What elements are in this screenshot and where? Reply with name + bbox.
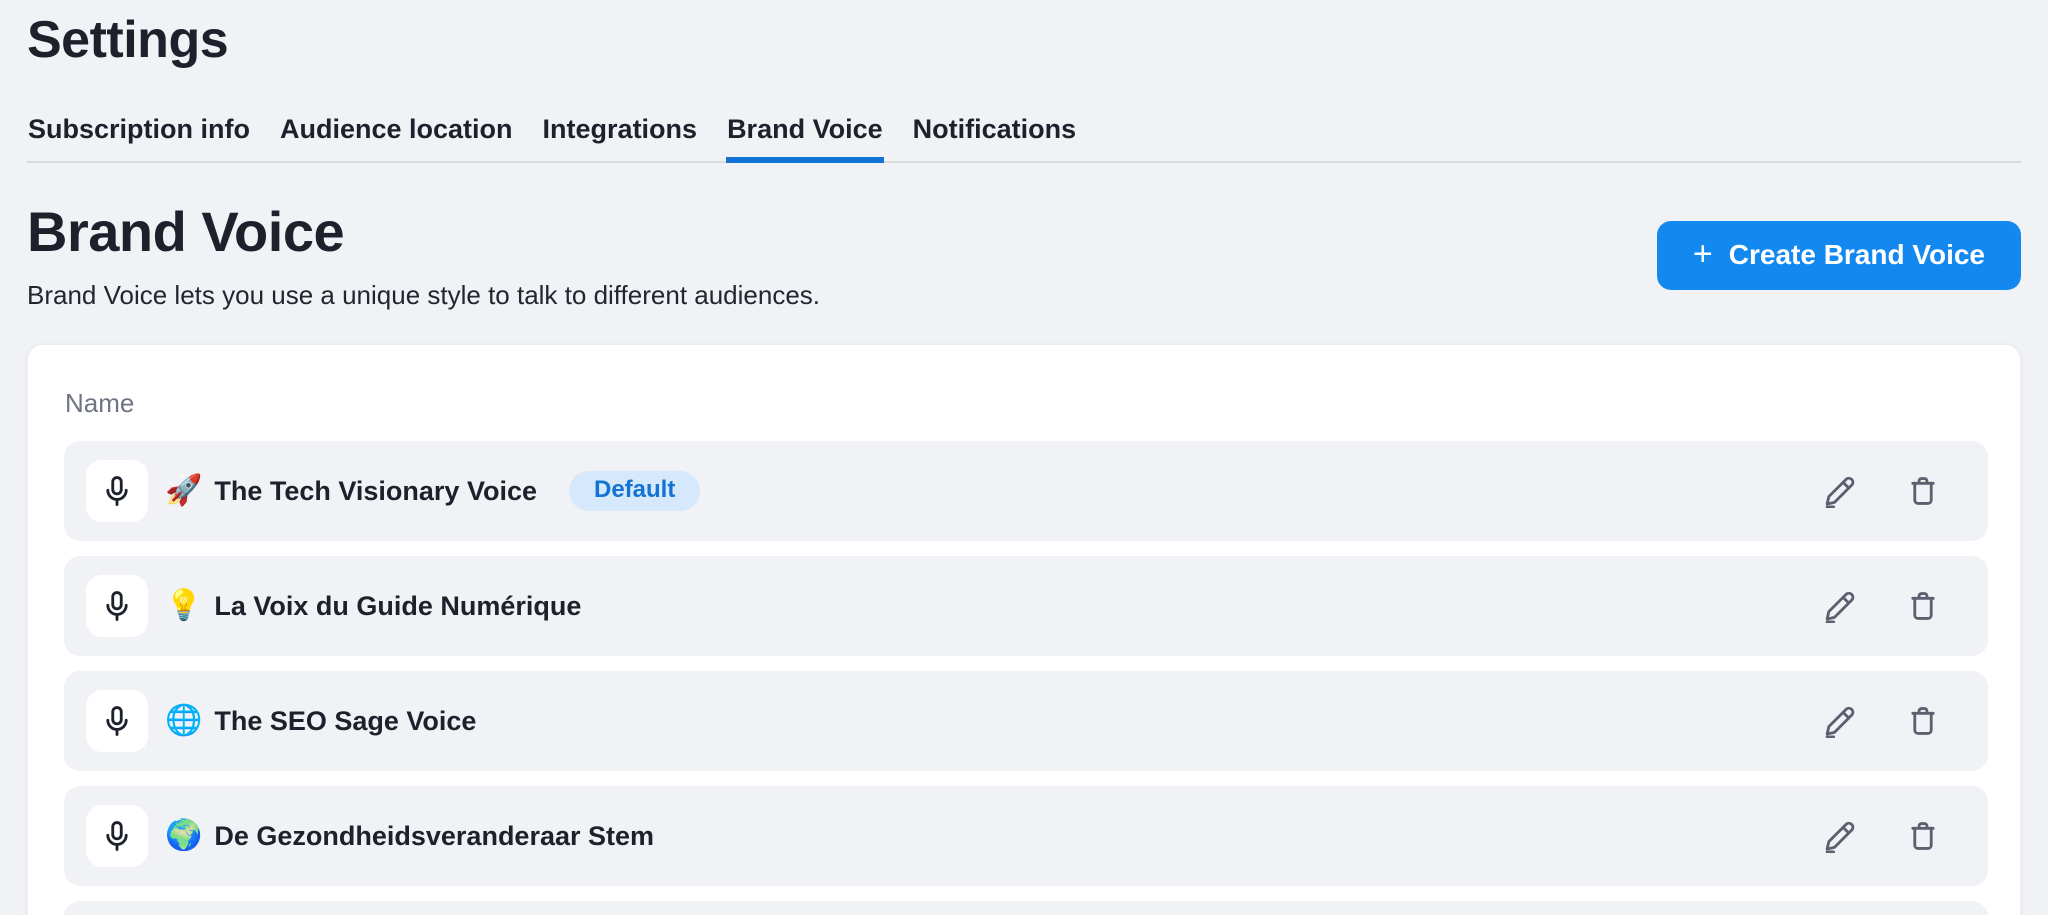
trash-icon[interactable] bbox=[1906, 474, 1940, 508]
trash-icon[interactable] bbox=[1906, 819, 1940, 853]
voice-emoji: 🌐 bbox=[165, 706, 202, 736]
edit-icon[interactable] bbox=[1822, 704, 1856, 738]
microphone-icon bbox=[86, 575, 148, 637]
table-row[interactable]: 🌍 De Gezondheidsveranderaar Stem bbox=[64, 786, 1988, 886]
row-main: 🌍 De Gezondheidsveranderaar Stem bbox=[165, 821, 1822, 852]
brand-voice-rows: 🚀 The Tech Visionary Voice Default bbox=[64, 441, 1988, 915]
microphone-icon bbox=[86, 805, 148, 867]
table-row[interactable]: 🌐 The SEO Sage Voice bbox=[64, 671, 1988, 771]
voice-emoji: 🌍 bbox=[165, 821, 202, 851]
voice-name: The SEO Sage Voice bbox=[214, 706, 476, 737]
section-description: Brand Voice lets you use a unique style … bbox=[27, 280, 820, 311]
table-row-partial[interactable] bbox=[64, 901, 1988, 915]
section-header-text: Brand Voice Brand Voice lets you use a u… bbox=[27, 199, 820, 311]
microphone-icon bbox=[86, 690, 148, 752]
section-title: Brand Voice bbox=[27, 199, 820, 264]
tab-notifications[interactable]: Notifications bbox=[912, 114, 1078, 161]
edit-icon[interactable] bbox=[1822, 819, 1856, 853]
trash-icon[interactable] bbox=[1906, 704, 1940, 738]
row-main: 🚀 The Tech Visionary Voice Default bbox=[165, 471, 1822, 511]
table-row[interactable]: 💡 La Voix du Guide Numérique bbox=[64, 556, 1988, 656]
create-brand-voice-label: Create Brand Voice bbox=[1729, 239, 1985, 271]
edit-icon[interactable] bbox=[1822, 474, 1856, 508]
voice-emoji: 🚀 bbox=[165, 476, 202, 506]
page-title: Settings bbox=[27, 10, 2021, 70]
row-actions bbox=[1822, 819, 1940, 853]
edit-icon[interactable] bbox=[1822, 589, 1856, 623]
plus-icon: + bbox=[1693, 237, 1713, 271]
create-brand-voice-button[interactable]: + Create Brand Voice bbox=[1657, 221, 2021, 290]
voice-name: The Tech Visionary Voice bbox=[214, 476, 537, 507]
row-actions bbox=[1822, 704, 1940, 738]
trash-icon[interactable] bbox=[1906, 589, 1940, 623]
tab-subscription-info[interactable]: Subscription info bbox=[27, 114, 251, 161]
brand-voice-list-card: Name 🚀 The Tech Visionary Voice Default bbox=[27, 344, 2021, 915]
voice-name: De Gezondheidsveranderaar Stem bbox=[214, 821, 654, 852]
tab-audience-location[interactable]: Audience location bbox=[279, 114, 514, 161]
section-header: Brand Voice Brand Voice lets you use a u… bbox=[27, 199, 2021, 311]
name-column-header: Name bbox=[65, 388, 1988, 419]
row-main: 💡 La Voix du Guide Numérique bbox=[165, 591, 1822, 622]
microphone-icon bbox=[86, 460, 148, 522]
tab-brand-voice[interactable]: Brand Voice bbox=[726, 114, 884, 161]
table-row[interactable]: 🚀 The Tech Visionary Voice Default bbox=[64, 441, 1988, 541]
row-actions bbox=[1822, 474, 1940, 508]
row-actions bbox=[1822, 589, 1940, 623]
settings-page: Settings Subscription info Audience loca… bbox=[0, 0, 2048, 915]
voice-emoji: 💡 bbox=[165, 591, 202, 621]
voice-name: La Voix du Guide Numérique bbox=[214, 591, 581, 622]
row-main: 🌐 The SEO Sage Voice bbox=[165, 706, 1822, 737]
settings-tabs: Subscription info Audience location Inte… bbox=[27, 114, 2021, 163]
tab-integrations[interactable]: Integrations bbox=[542, 114, 699, 161]
default-badge: Default bbox=[569, 471, 700, 511]
